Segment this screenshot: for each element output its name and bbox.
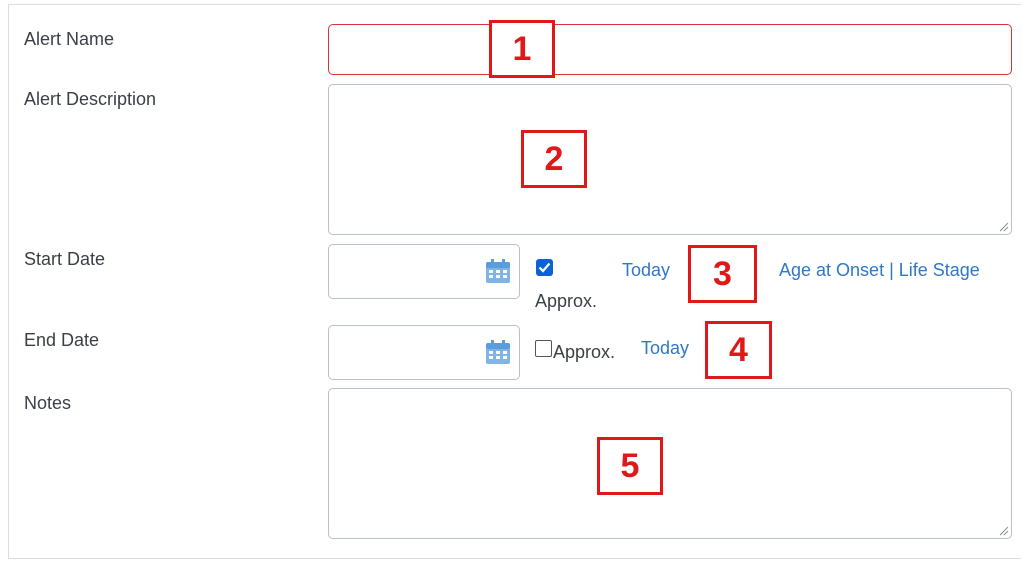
start-approx-label: Approx. — [535, 291, 598, 311]
callout-5: 5 — [597, 437, 663, 495]
start-date-input[interactable] — [328, 244, 520, 299]
callout-3: 3 — [688, 245, 757, 303]
age-at-onset-link[interactable]: Age at Onset | Life Stage — [779, 260, 980, 281]
alert-name-label: Alert Name — [24, 29, 115, 49]
end-approx-checkbox[interactable] — [535, 340, 552, 357]
resize-handle-icon[interactable] — [999, 526, 1009, 536]
end-date-label: End Date — [24, 330, 100, 350]
start-approx-checkbox[interactable] — [536, 259, 553, 276]
alert-name-input[interactable] — [328, 24, 1012, 75]
start-today-link[interactable]: Today — [622, 260, 670, 281]
end-approx-label: Approx. — [553, 342, 616, 362]
calendar-icon[interactable] — [485, 339, 511, 365]
alert-description-label: Alert Description — [24, 89, 157, 109]
callout-1: 1 — [489, 20, 555, 78]
callout-4: 4 — [705, 321, 772, 379]
start-date-label: Start Date — [24, 249, 106, 269]
calendar-icon[interactable] — [485, 258, 511, 284]
end-date-input[interactable] — [328, 325, 520, 380]
check-icon — [538, 262, 551, 273]
callout-2: 2 — [521, 130, 587, 188]
notes-label: Notes — [24, 393, 72, 413]
end-today-link[interactable]: Today — [641, 338, 689, 359]
alert-description-textarea[interactable] — [328, 84, 1012, 235]
resize-handle-icon[interactable] — [999, 222, 1009, 232]
notes-textarea[interactable] — [328, 388, 1012, 539]
